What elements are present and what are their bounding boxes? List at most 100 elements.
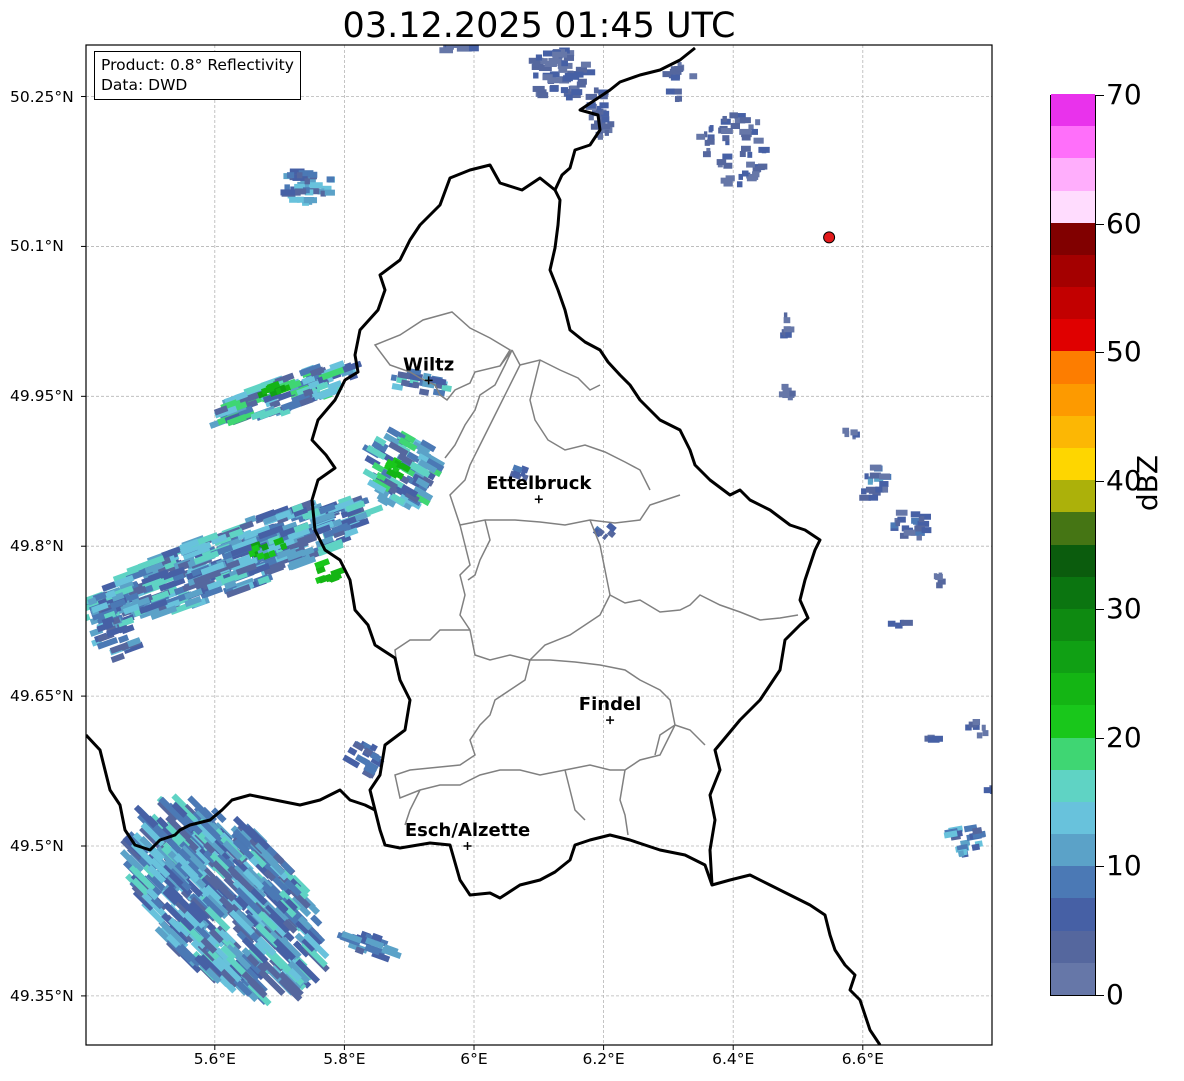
radar-echo-pixel	[747, 151, 753, 158]
radar-echo-pixel	[708, 126, 713, 133]
radar-echo-pixel	[785, 331, 792, 338]
radar-echo-pixel	[753, 137, 764, 144]
radar-echo-pixel	[868, 494, 879, 501]
radar-echo-pixel	[789, 390, 796, 397]
radar-echo-pixel	[544, 60, 557, 67]
radar-echo-pixel	[869, 464, 882, 471]
product-label: Product: 0.8° Reflectivity	[101, 56, 294, 74]
radar-echo-pixel	[310, 914, 323, 927]
radar-echo-pixel	[783, 317, 791, 324]
radar-echo-pixel	[867, 478, 873, 485]
radar-echo-pixel	[580, 61, 591, 68]
latitude-tick-label: 49.8°N	[10, 537, 64, 556]
radar-echo-pixel	[296, 172, 303, 179]
radar-echo-pixel	[730, 123, 740, 130]
radar-echo-pixel	[903, 529, 916, 536]
colorbar-segment	[1051, 704, 1095, 738]
colorbar-segment	[1051, 447, 1095, 481]
colorbar-segment	[1051, 672, 1095, 706]
radar-echo-pixel	[542, 50, 553, 57]
radar-echo-pixel	[958, 850, 965, 858]
radar-echo-pixel	[739, 128, 752, 135]
radar-echo-pixel	[758, 146, 770, 153]
longitude-tick-label: 6°E	[460, 1050, 488, 1068]
colorbar-segment	[1051, 801, 1095, 835]
colorbar-tick-label: 20	[1106, 720, 1142, 754]
radar-echo-pixel	[294, 188, 307, 195]
city-cross-icon	[534, 495, 543, 504]
colorbar-segment	[1051, 833, 1095, 867]
colorbar-tick-label: 50	[1106, 335, 1142, 369]
radar-echo-pixel	[921, 527, 932, 534]
radar-echo-pixel	[439, 47, 454, 54]
radar-echo-pixel	[563, 75, 573, 82]
radar-echo-pixel	[913, 518, 918, 525]
colorbar-segment	[1051, 544, 1095, 577]
colorbar-tick-mark	[1096, 737, 1104, 739]
radar-echo-pixel	[751, 128, 758, 135]
colorbar-segment	[1051, 640, 1095, 674]
radar-echo-pixel	[593, 87, 599, 94]
radar-echo-pixel	[757, 163, 768, 170]
radar-echo-pixel	[982, 730, 989, 737]
colorbar-segment	[1051, 769, 1095, 802]
radar-echo-pixel	[552, 51, 568, 58]
radar-echo-pixel	[347, 746, 358, 756]
colorbar-tick-label: 0	[1106, 978, 1124, 1011]
radar-echo-pixel	[280, 189, 296, 196]
radar-echo-pixel	[704, 139, 710, 146]
radar-echo-pixel	[307, 171, 318, 178]
radar-echo-pixel	[362, 468, 378, 481]
radar-echo-pixel	[304, 178, 310, 185]
colorbar-segment	[1051, 608, 1095, 642]
radar-echo-pixel	[740, 145, 751, 152]
radar-echo-pixel	[739, 151, 746, 158]
colorbar-segment	[1051, 350, 1095, 384]
data-source-label: Data: DWD	[101, 76, 188, 94]
radar-echo-pixel	[296, 196, 304, 203]
radar-echo-pixel	[418, 388, 430, 396]
radar-echo-pixel	[309, 182, 323, 189]
colorbar-tick-label: 30	[1106, 592, 1142, 626]
city-cross-icon	[463, 842, 472, 850]
colorbar-segment	[1051, 576, 1095, 609]
radar-echo-pixel	[302, 197, 318, 204]
radar-echo-pixel	[468, 45, 475, 52]
radar-echo-pixel	[932, 735, 943, 742]
longitude-tick-label: 6.6°E	[841, 1050, 884, 1068]
radar-echo-pixel	[560, 87, 568, 94]
radar-echo-pixel	[722, 115, 727, 122]
longitude-tick-label: 6.2°E	[582, 1050, 625, 1068]
city-label: Findel	[579, 694, 642, 715]
colorbar-segment	[1051, 930, 1095, 963]
radar-echo-pixel	[752, 171, 760, 178]
radar-echo-pixel	[561, 60, 568, 67]
radar-echo-pixel	[971, 843, 981, 851]
radar-echo-pixel	[739, 117, 751, 124]
radar-echo-pixel	[532, 85, 545, 92]
colorbar-segment	[1051, 125, 1095, 159]
colorbar-tick-mark	[1096, 352, 1104, 354]
radar-echo-pixel	[736, 181, 743, 188]
radar-echo-pixel	[729, 112, 738, 119]
colorbar-segment	[1051, 511, 1095, 545]
radar-echo-pixel	[972, 718, 981, 725]
radar-echo-pixel	[324, 189, 335, 196]
radar-echo-pixel	[850, 429, 858, 436]
radar-echo-pixel	[709, 135, 713, 142]
radar-echo-pixel	[702, 151, 711, 158]
radar-echo-pixel	[936, 582, 943, 589]
radar-echo-pixel	[781, 383, 789, 390]
colorbar-segment	[1051, 383, 1095, 416]
radar-echo-pixel	[720, 177, 729, 184]
latitude-tick-label: 49.5°N	[10, 837, 64, 855]
longitude-tick-label: 5.8°E	[323, 1050, 366, 1068]
radar-echo-pixel	[558, 66, 568, 73]
radar-echo-pixel	[576, 81, 586, 88]
radar-echo-pixel	[571, 89, 583, 96]
radar-echo-pixel	[861, 488, 867, 495]
colorbar-segment	[1051, 286, 1095, 320]
radar-echo-pixel	[983, 787, 991, 794]
radar-echo-pixel	[390, 374, 398, 382]
radar-echo-pixel	[895, 509, 908, 516]
